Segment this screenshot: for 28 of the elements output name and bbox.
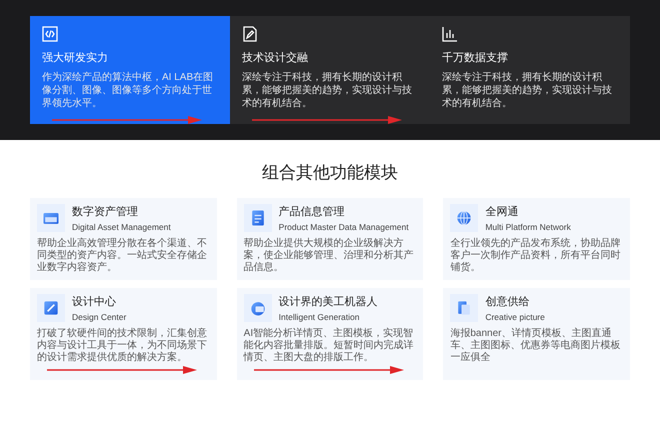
module-description: 海报banner、详情页模板、主图直通车、主图图标、优惠券等电商图片模板一应俱全 xyxy=(450,328,622,364)
pencil-document-icon xyxy=(242,26,258,42)
module-description: AI智能分析详情页、主图模板，实现智能化内容批量排版。短暂时间内完成详情页、主图大盘的排版工作。 xyxy=(244,328,415,364)
section-title: 组合其他功能模块 xyxy=(261,162,399,184)
feature-description: 深绘专注于科技，拥有长期的设计积累，能够把握美的趋势，实现设计与技术的有机结合。 xyxy=(242,70,413,110)
module-title: 创意供给 xyxy=(485,294,530,310)
feature-title: 千万数据支撑 xyxy=(442,51,508,66)
module-title: 全网通 xyxy=(485,204,520,220)
module-subtitle: Design Center xyxy=(72,311,126,324)
module-title: 产品信息管理 xyxy=(278,204,346,220)
module-description: 帮助企业提供大规模的企业级解决方案，使企业能够管理、治理和分析其产品信息。 xyxy=(244,238,415,274)
module-title: 数字资产管理 xyxy=(72,204,139,220)
code-icon xyxy=(42,26,58,42)
module-subtitle: Creative picture xyxy=(485,311,545,324)
module-subtitle: Product Master Data Management xyxy=(278,221,409,234)
module-subtitle: Multi Platform Network xyxy=(485,221,571,234)
bar-chart-icon xyxy=(442,26,458,42)
feature-title: 强大研发实力 xyxy=(42,50,108,66)
module-title: 设计中心 xyxy=(72,294,117,310)
module-description: 打破了软硬件间的技术限制，汇集创意内容与设计工具于一体，为不同场景下的设计需求提供优质的解决方案。 xyxy=(37,328,208,364)
module-subtitle: Digital Asset Management xyxy=(72,221,171,234)
feature-description: 作为深绘产品的算法中枢，AI LAB在图像分割、图像、图像等多个方向处于世界领先水平。 xyxy=(42,70,214,110)
module-description: 全行业领先的产品发布系统，协助品牌客户一次制作产品资料，所有平台同时铺货。 xyxy=(450,238,622,274)
feature-description: 深绘专注于科技，拥有长期的设计积累，能够把握美的趋势，实现设计与技术的有机结合。 xyxy=(442,70,613,110)
module-subtitle: Intelligent Generation xyxy=(278,311,360,324)
feature-title: 技术设计交融 xyxy=(242,50,308,66)
module-title: 设计界的美工机器人 xyxy=(278,294,378,310)
module-description: 帮助企业高效管理分散在各个渠道、不同类型的资产内容。一站式安全存储企业数字内容资产。 xyxy=(37,238,208,274)
